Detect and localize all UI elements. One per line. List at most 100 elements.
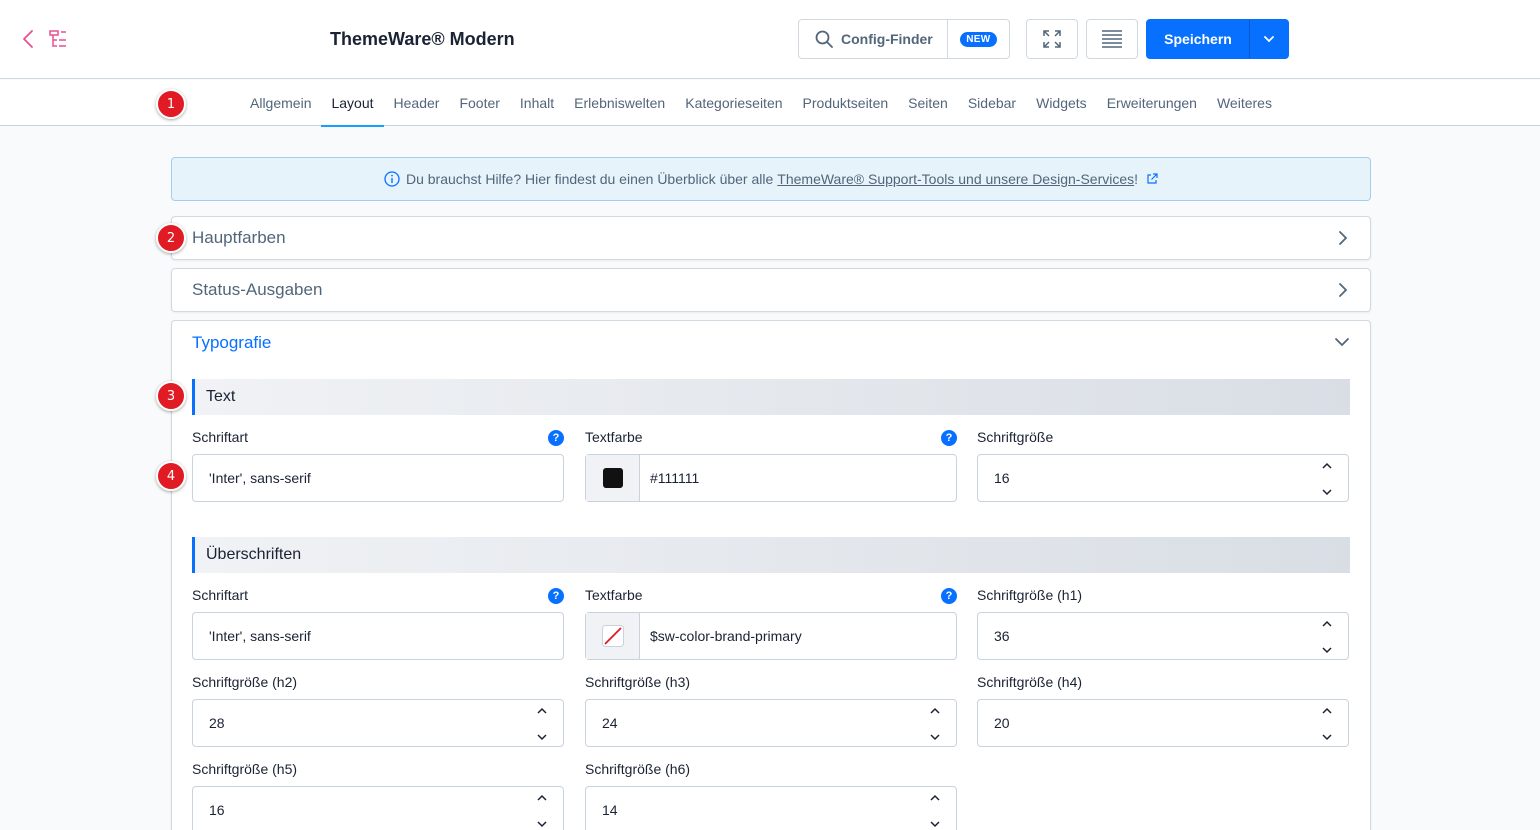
- chevron-down-icon[interactable]: [536, 733, 548, 741]
- number-spinner[interactable]: [1320, 462, 1334, 496]
- heading-font-input[interactable]: 'Inter', sans-serif: [192, 612, 564, 660]
- help-icon[interactable]: ?: [548, 588, 564, 604]
- h5-size-label: Schriftgröße (h5): [192, 761, 298, 777]
- chevron-down-icon[interactable]: [1321, 646, 1333, 654]
- tab-allgemein[interactable]: Allgemein: [240, 80, 321, 126]
- page-title: ThemeWare® Modern: [330, 29, 515, 49]
- marker-badge-3: 3: [156, 381, 186, 411]
- number-spinner[interactable]: [1320, 707, 1334, 741]
- text-font-label: Schriftart: [192, 429, 249, 445]
- layout-toggle-button[interactable]: [1086, 19, 1138, 59]
- h1-size-input[interactable]: 36: [977, 612, 1349, 660]
- color-swatch-button[interactable]: [586, 455, 640, 501]
- chevron-up-icon[interactable]: [1321, 707, 1333, 715]
- h6-size-input[interactable]: 14: [585, 786, 957, 830]
- chevron-down-icon[interactable]: [929, 820, 941, 828]
- chevron-down-icon[interactable]: [929, 733, 941, 741]
- tab-erlebniswelten[interactable]: Erlebniswelten: [564, 80, 675, 126]
- number-spinner[interactable]: [928, 794, 942, 828]
- tab-sidebar[interactable]: Sidebar: [958, 80, 1026, 126]
- support-tools-link[interactable]: ThemeWare® Support-Tools und unsere Desi…: [777, 171, 1134, 187]
- info-text: Du brauchst Hilfe? Hier findest du einen…: [405, 171, 774, 187]
- h2-size-input[interactable]: 28: [192, 699, 564, 747]
- chevron-up-icon[interactable]: [1321, 620, 1333, 628]
- h2-size-value[interactable]: 28: [209, 715, 225, 731]
- chevron-right-icon: [1339, 231, 1348, 245]
- save-button[interactable]: Speichern: [1146, 19, 1289, 59]
- text-size-input[interactable]: 16: [977, 454, 1349, 502]
- chevron-down-icon[interactable]: [536, 820, 548, 828]
- h1-size-label: Schriftgröße (h1): [977, 587, 1083, 603]
- tab-footer[interactable]: Footer: [449, 80, 509, 126]
- chevron-up-icon[interactable]: [536, 794, 548, 802]
- tab-produktseiten[interactable]: Produktseiten: [793, 80, 899, 126]
- color-swatch: [602, 468, 623, 488]
- chevron-down-icon: [1335, 338, 1349, 347]
- back-arrow-icon[interactable]: [20, 28, 36, 50]
- card-hauptfarben[interactable]: Hauptfarben: [171, 216, 1371, 260]
- expand-icon: [1043, 30, 1061, 48]
- chevron-up-icon[interactable]: [1321, 462, 1333, 470]
- tree-structure-icon[interactable]: [48, 28, 68, 50]
- h5-size-value[interactable]: 16: [209, 802, 225, 818]
- fullscreen-button[interactable]: [1026, 19, 1078, 59]
- help-icon[interactable]: ?: [941, 588, 957, 604]
- tab-kategorieseiten[interactable]: Kategorieseiten: [675, 80, 792, 126]
- chevron-right-icon: [1339, 283, 1348, 297]
- tab-widgets[interactable]: Widgets: [1026, 80, 1097, 126]
- chevron-down-icon[interactable]: [1321, 488, 1333, 496]
- number-spinner[interactable]: [535, 794, 549, 828]
- marker-badge-4: 4: [156, 461, 186, 491]
- h4-size-value[interactable]: 20: [994, 715, 1010, 731]
- h6-size-label: Schriftgröße (h6): [585, 761, 691, 777]
- card-status-ausgaben[interactable]: Status-Ausgaben: [171, 268, 1371, 312]
- card-header-typografie[interactable]: Typografie: [172, 321, 1370, 365]
- h5-size-input[interactable]: 16: [192, 786, 564, 830]
- color-swatch-button[interactable]: [586, 613, 640, 659]
- text-color-value[interactable]: #111111: [640, 470, 699, 486]
- chevron-down-icon[interactable]: [1321, 733, 1333, 741]
- card-title-status-ausgaben: Status-Ausgaben: [192, 280, 323, 299]
- tab-header[interactable]: Header: [384, 80, 450, 126]
- h3-size-value[interactable]: 24: [602, 715, 618, 731]
- section-heading-text: Text: [192, 379, 1350, 415]
- help-icon[interactable]: ?: [548, 430, 564, 446]
- tab-bar: Allgemein Layout Header Footer Inhalt Er…: [0, 80, 1540, 127]
- h4-size-input[interactable]: 20: [977, 699, 1349, 747]
- number-spinner[interactable]: [928, 707, 942, 741]
- number-spinner[interactable]: [1320, 620, 1334, 654]
- h1-size-value[interactable]: 36: [994, 628, 1010, 644]
- list-lines-icon: [1102, 30, 1122, 48]
- text-font-input[interactable]: 'Inter', sans-serif: [192, 454, 564, 502]
- heading-color-label: Textfarbe: [585, 587, 643, 603]
- save-options-toggle[interactable]: [1250, 20, 1288, 58]
- help-icon[interactable]: ?: [941, 430, 957, 446]
- chevron-up-icon[interactable]: [536, 707, 548, 715]
- tab-seiten[interactable]: Seiten: [898, 80, 958, 126]
- h6-size-value[interactable]: 14: [602, 802, 618, 818]
- external-link-icon[interactable]: [1146, 173, 1158, 185]
- help-info-banner: Du brauchst Hilfe? Hier findest du einen…: [171, 157, 1371, 201]
- top-bar: ThemeWare® Modern Config-Finder NEW Spei…: [0, 0, 1540, 79]
- heading-color-value[interactable]: $sw-color-brand-primary: [640, 628, 802, 644]
- number-spinner[interactable]: [535, 707, 549, 741]
- chevron-up-icon[interactable]: [929, 794, 941, 802]
- h3-size-input[interactable]: 24: [585, 699, 957, 747]
- text-color-field[interactable]: #111111: [585, 454, 957, 502]
- chevron-up-icon[interactable]: [929, 707, 941, 715]
- chevron-down-icon: [1264, 36, 1274, 43]
- config-finder-button[interactable]: Config-Finder NEW: [798, 19, 1010, 59]
- tab-weiteres[interactable]: Weiteres: [1207, 80, 1282, 126]
- no-color-swatch-icon: [601, 625, 624, 647]
- card-header-status-ausgaben[interactable]: Status-Ausgaben: [172, 269, 1370, 311]
- text-color-label: Textfarbe: [585, 429, 643, 445]
- tab-erweiterungen[interactable]: Erweiterungen: [1097, 80, 1207, 126]
- info-icon: [384, 171, 400, 187]
- text-size-label: Schriftgröße: [977, 429, 1054, 445]
- heading-color-field[interactable]: $sw-color-brand-primary: [585, 612, 957, 660]
- config-finder-label: Config-Finder: [841, 31, 933, 47]
- tab-layout[interactable]: Layout: [321, 80, 384, 127]
- card-header-hauptfarben[interactable]: Hauptfarben: [172, 217, 1370, 259]
- tab-inhalt[interactable]: Inhalt: [510, 80, 564, 126]
- text-size-value[interactable]: 16: [994, 470, 1010, 486]
